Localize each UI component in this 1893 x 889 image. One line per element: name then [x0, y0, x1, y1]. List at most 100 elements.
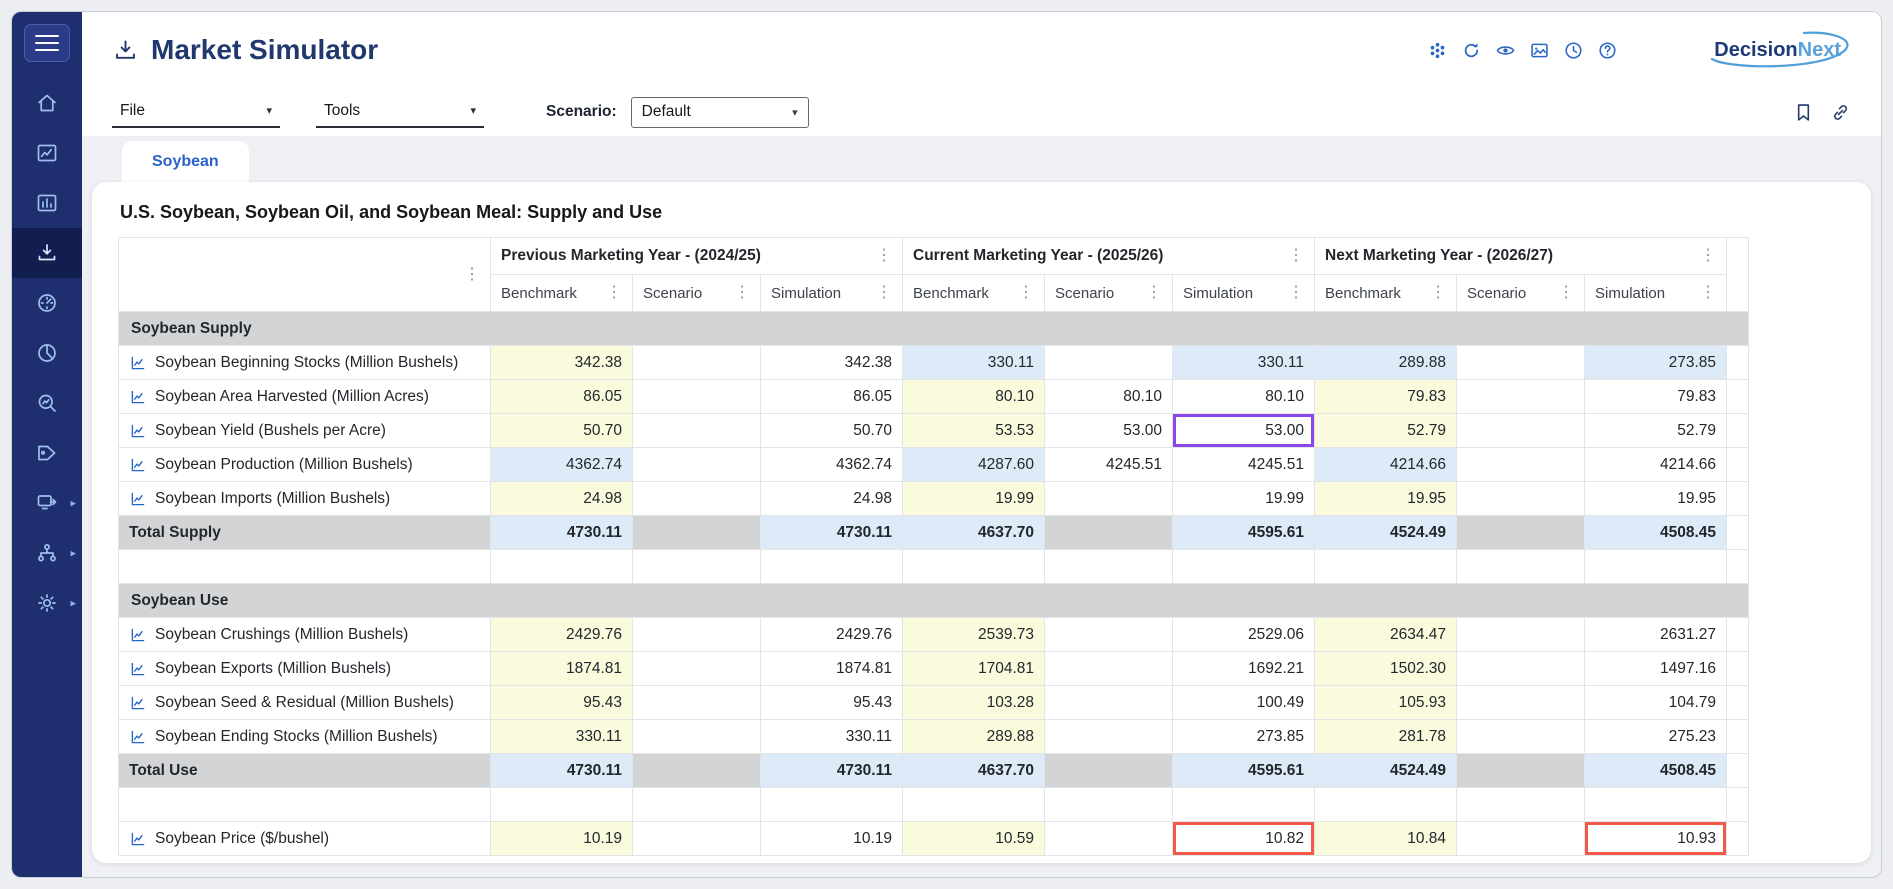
- column-menu-icon[interactable]: ⋮: [606, 285, 622, 301]
- value-cell[interactable]: [1456, 413, 1586, 448]
- value-cell[interactable]: 53.00: [1171, 413, 1316, 448]
- chart-line-icon[interactable]: [129, 490, 147, 508]
- value-cell[interactable]: 2429.76: [760, 617, 903, 652]
- column-menu-icon[interactable]: ⋮: [876, 248, 892, 264]
- value-cell[interactable]: 53.53: [902, 413, 1045, 448]
- value-cell[interactable]: [1456, 617, 1586, 652]
- value-cell[interactable]: 10.82: [1171, 821, 1316, 856]
- chart-line-icon[interactable]: [129, 422, 147, 440]
- value-cell[interactable]: 4730.11: [760, 515, 903, 550]
- value-cell[interactable]: 104.79: [1584, 685, 1728, 720]
- value-cell[interactable]: 4214.66: [1314, 447, 1458, 482]
- value-cell[interactable]: 281.78: [1314, 719, 1458, 754]
- value-cell[interactable]: 289.88: [902, 719, 1045, 754]
- column-menu-icon[interactable]: ⋮: [1700, 285, 1716, 301]
- chart-line-icon[interactable]: [129, 354, 147, 372]
- file-menu[interactable]: File ▾: [112, 97, 280, 128]
- value-cell[interactable]: 342.38: [490, 345, 633, 380]
- chart-line-icon[interactable]: [129, 388, 147, 406]
- column-menu-icon[interactable]: ⋮: [1288, 285, 1304, 301]
- value-cell[interactable]: 95.43: [760, 685, 903, 720]
- value-cell[interactable]: [1044, 685, 1173, 720]
- column-menu-icon[interactable]: ⋮: [876, 285, 892, 301]
- value-cell[interactable]: 273.85: [1584, 345, 1728, 380]
- value-cell[interactable]: 330.11: [490, 719, 633, 754]
- value-cell[interactable]: [1044, 651, 1173, 686]
- value-cell[interactable]: 4508.45: [1584, 515, 1728, 550]
- value-cell[interactable]: 330.11: [902, 345, 1045, 380]
- value-cell[interactable]: 19.99: [902, 481, 1045, 516]
- value-cell[interactable]: [1044, 821, 1173, 856]
- value-cell[interactable]: [1456, 719, 1586, 754]
- value-cell[interactable]: 4524.49: [1314, 515, 1458, 550]
- value-cell[interactable]: [632, 719, 761, 754]
- chart-line-icon[interactable]: [129, 626, 147, 644]
- value-cell[interactable]: 4508.45: [1584, 753, 1728, 788]
- value-cell[interactable]: 10.84: [1314, 821, 1458, 856]
- value-cell[interactable]: 80.10: [1171, 379, 1316, 414]
- value-cell[interactable]: 80.10: [1044, 379, 1173, 414]
- value-cell[interactable]: 79.83: [1584, 379, 1728, 414]
- value-cell[interactable]: [1044, 617, 1173, 652]
- menu-button[interactable]: [24, 24, 70, 62]
- sidebar-item-market-simulator[interactable]: [12, 228, 82, 278]
- value-cell[interactable]: 1497.16: [1584, 651, 1728, 686]
- value-cell[interactable]: 289.88: [1314, 345, 1458, 380]
- value-cell[interactable]: [1456, 379, 1586, 414]
- value-cell[interactable]: 103.28: [902, 685, 1045, 720]
- value-cell[interactable]: [1456, 821, 1586, 856]
- value-cell[interactable]: 1692.21: [1171, 651, 1316, 686]
- tools-menu[interactable]: Tools ▾: [316, 97, 484, 128]
- image-icon[interactable]: [1529, 40, 1550, 61]
- value-cell[interactable]: 19.95: [1584, 481, 1728, 516]
- value-cell[interactable]: 2539.73: [902, 617, 1045, 652]
- value-cell[interactable]: 4287.60: [902, 447, 1045, 482]
- eye-icon[interactable]: [1495, 40, 1516, 61]
- sidebar-item-export[interactable]: ▸: [12, 478, 82, 528]
- value-cell[interactable]: 273.85: [1171, 719, 1316, 754]
- value-cell[interactable]: 1704.81: [902, 651, 1045, 686]
- value-cell[interactable]: 10.19: [490, 821, 633, 856]
- value-cell[interactable]: [1044, 515, 1173, 550]
- value-cell[interactable]: 95.43: [490, 685, 633, 720]
- sidebar-item-tags[interactable]: [12, 428, 82, 478]
- value-cell[interactable]: 4637.70: [902, 753, 1045, 788]
- value-cell[interactable]: 1502.30: [1314, 651, 1458, 686]
- column-menu-icon[interactable]: ⋮: [1430, 285, 1446, 301]
- value-cell[interactable]: 24.98: [490, 481, 633, 516]
- sidebar-item-gauge[interactable]: [12, 278, 82, 328]
- value-cell[interactable]: 52.79: [1314, 413, 1458, 448]
- sidebar-item-hierarchy[interactable]: ▸: [12, 528, 82, 578]
- value-cell[interactable]: [1044, 345, 1173, 380]
- value-cell[interactable]: 4362.74: [760, 447, 903, 482]
- value-cell[interactable]: [1456, 345, 1586, 380]
- help-icon[interactable]: [1597, 40, 1618, 61]
- value-cell[interactable]: 4245.51: [1171, 447, 1316, 482]
- value-cell[interactable]: 100.49: [1171, 685, 1316, 720]
- value-cell[interactable]: [632, 413, 761, 448]
- value-cell[interactable]: 10.19: [760, 821, 903, 856]
- value-cell[interactable]: [1456, 753, 1586, 788]
- value-cell[interactable]: 2634.47: [1314, 617, 1458, 652]
- column-menu-icon[interactable]: ⋮: [734, 285, 750, 301]
- value-cell[interactable]: [632, 685, 761, 720]
- value-cell[interactable]: [632, 481, 761, 516]
- value-cell[interactable]: 80.10: [902, 379, 1045, 414]
- value-cell[interactable]: [632, 753, 761, 788]
- value-cell[interactable]: 50.70: [760, 413, 903, 448]
- column-menu-icon[interactable]: ⋮: [1018, 285, 1034, 301]
- value-cell[interactable]: [1456, 515, 1586, 550]
- value-cell[interactable]: 53.00: [1044, 413, 1173, 448]
- value-cell[interactable]: 4730.11: [760, 753, 903, 788]
- value-cell[interactable]: 10.59: [902, 821, 1045, 856]
- value-cell[interactable]: 86.05: [490, 379, 633, 414]
- value-cell[interactable]: 1874.81: [490, 651, 633, 686]
- value-cell[interactable]: 19.99: [1171, 481, 1316, 516]
- value-cell[interactable]: 4245.51: [1044, 447, 1173, 482]
- value-cell[interactable]: [632, 515, 761, 550]
- value-cell[interactable]: 4637.70: [902, 515, 1045, 550]
- value-cell[interactable]: 86.05: [760, 379, 903, 414]
- value-cell[interactable]: 1874.81: [760, 651, 903, 686]
- value-cell[interactable]: 342.38: [760, 345, 903, 380]
- chart-line-icon[interactable]: [129, 728, 147, 746]
